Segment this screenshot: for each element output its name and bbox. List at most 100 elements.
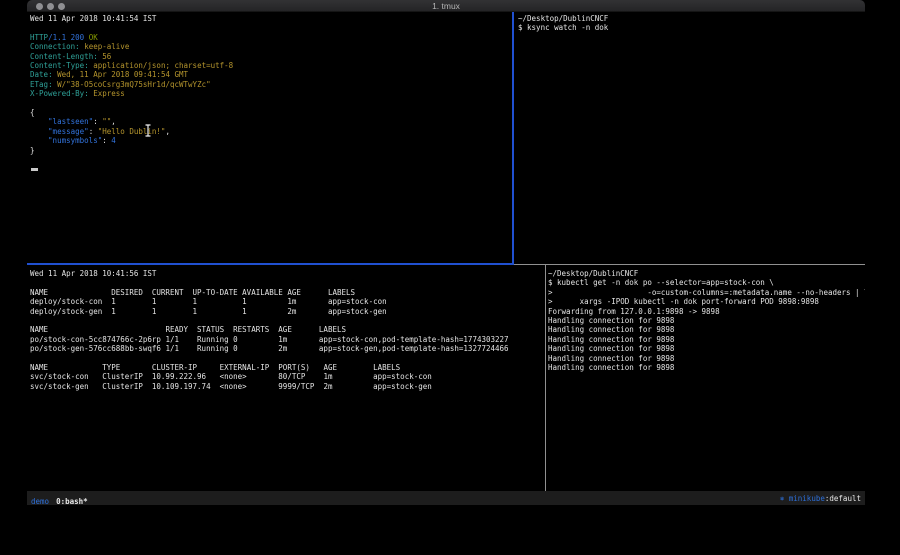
json-field-lastseen: "lastseen": "", — [30, 117, 510, 126]
json-field-message: "message": "Hello Dublin!", — [30, 127, 510, 136]
services-table: NAMETYPECLUSTER-IPEXTERNAL-IPPORT(S)AGEL… — [30, 363, 545, 391]
table-row: svc/stock-genClusterIP10.109.197.74<none… — [30, 382, 545, 391]
handling-line: Handling connection for 9898 — [548, 344, 865, 353]
table-header-row: NAMEREADYSTATUSRESTARTSAGELABELS — [30, 325, 545, 334]
cell: 1 — [152, 307, 193, 316]
col-header: UP-TO-DATE — [193, 288, 243, 297]
http-header-line: Date: Wed, 11 Apr 2018 09:41:54 GMT — [30, 70, 510, 79]
json-key: "lastseen" — [48, 117, 93, 126]
timestamp-line: Wed 11 Apr 2018 10:41:54 IST — [30, 14, 510, 23]
cell: 10.109.197.74 — [152, 382, 220, 391]
cell: 1 — [242, 297, 287, 306]
col-header: TYPE — [102, 363, 152, 372]
header-value: W/"38-O5coCsrg3mQ75sHr1d/qcWTwYZc" — [57, 80, 211, 89]
handling-line: Handling connection for 9898 — [548, 363, 865, 372]
window-item[interactable]: 0:bash* — [56, 497, 88, 506]
cell: 1 — [152, 297, 193, 306]
cell: 0 — [233, 335, 278, 344]
json-value: "Hello Dublin!" — [98, 127, 166, 136]
col-header: AGE — [278, 325, 319, 334]
blank-line — [30, 316, 545, 325]
table-header-row: NAMETYPECLUSTER-IPEXTERNAL-IPPORT(S)AGEL… — [30, 363, 545, 372]
cell: 1 — [193, 297, 243, 306]
http-reason: OK — [89, 33, 98, 42]
cell: 1 — [111, 297, 152, 306]
col-header: CLUSTER-IP — [152, 363, 220, 372]
status-right: ⎈ minikube:default — [753, 485, 861, 512]
cell: 1 — [242, 307, 287, 316]
json-comma: , — [111, 117, 116, 126]
header-value: application/json; charset=utf-8 — [93, 61, 233, 70]
table-row: svc/stock-conClusterIP10.99.222.96<none>… — [30, 372, 545, 381]
header-value: 56 — [102, 52, 111, 61]
pane-ksync[interactable]: ~/Desktop/DublinCNCF $ ksync watch -n do… — [514, 12, 865, 263]
desktop: { "colors": { "fg": "#e4e4e4", "cyan": "… — [0, 0, 900, 555]
col-header: AGE — [287, 288, 328, 297]
status-left: demo 0:bash* — [31, 489, 88, 508]
http-header-line: Content-Type: application/json; charset=… — [30, 61, 510, 70]
cell: 80/TCP — [278, 372, 323, 381]
header-sep: : — [75, 42, 84, 51]
col-header: STATUS — [197, 325, 233, 334]
col-header: RESTARTS — [233, 325, 278, 334]
col-header: READY — [165, 325, 197, 334]
pane-divider-vertical-active[interactable] — [512, 12, 514, 263]
col-header: EXTERNAL-IP — [220, 363, 279, 372]
cell: 2m — [323, 382, 373, 391]
http-protocol: HTTP — [30, 33, 48, 42]
http-header-line: Content-Length: 56 — [30, 52, 510, 61]
deployments-table: NAMEDESIREDCURRENTUP-TO-DATEAVAILABLEAGE… — [30, 288, 545, 316]
pane-divider-vertical[interactable] — [545, 265, 546, 491]
blank-line — [30, 278, 545, 287]
col-header: CURRENT — [152, 288, 193, 297]
session-name: demo — [31, 497, 49, 506]
col-header: NAME — [30, 325, 165, 334]
header-value: Wed, 11 Apr 2018 09:41:54 GMT — [57, 70, 188, 79]
header-value: Express — [93, 89, 125, 98]
cell: app=stock-gen — [373, 382, 432, 391]
tmux-status-bar: demo0:bash* ⎈ minikube:default — [27, 491, 865, 505]
cell: app=stock-gen,pod-template-hash=13277244… — [319, 344, 509, 353]
cell: <none> — [220, 382, 279, 391]
window-titlebar[interactable]: 1. tmux — [27, 0, 865, 12]
cell: 1m — [278, 335, 319, 344]
handling-line: Handling connection for 9898 — [548, 335, 865, 344]
pane-http-response[interactable]: Wed 11 Apr 2018 10:41:54 IST HTTP/1.1 20… — [27, 12, 512, 263]
window-title: 1. tmux — [27, 1, 865, 11]
http-header-line: Connection: keep-alive — [30, 42, 510, 51]
terminal-cursor — [31, 168, 38, 171]
cwd-line: ~/Desktop/DublinCNCF — [548, 269, 865, 278]
cell: 1 — [193, 307, 243, 316]
http-version-code: /1.1 200 — [48, 33, 89, 42]
json-sep: : — [93, 117, 102, 126]
cell: 10.99.222.96 — [152, 372, 220, 381]
json-open-brace: { — [30, 108, 510, 117]
cell: po/stock-con-5cc874766c-2p6rp — [30, 335, 165, 344]
pane-port-forward[interactable]: ~/Desktop/DublinCNCF $ kubectl get -n do… — [546, 265, 865, 491]
header-name: Content-Length — [30, 52, 93, 61]
table-row: po/stock-con-5cc874766c-2p6rp1/1Running0… — [30, 335, 545, 344]
json-sep: : — [102, 136, 111, 145]
pane-divider-horizontal-active[interactable] — [27, 263, 514, 265]
header-name: Content-Type — [30, 61, 84, 70]
header-sep: : — [84, 89, 93, 98]
pane-kubectl-get[interactable]: Wed 11 Apr 2018 10:41:56 IST NAMEDESIRED… — [27, 265, 545, 491]
http-status-line: HTTP/1.1 200 OK — [30, 33, 510, 42]
table-row: deploy/stock-gen11112mapp=stock-gen — [30, 307, 545, 316]
table-header-row: NAMEDESIREDCURRENTUP-TO-DATEAVAILABLEAGE… — [30, 288, 545, 297]
header-sep: : — [84, 61, 93, 70]
pods-table: NAMEREADYSTATUSRESTARTSAGELABELS po/stoc… — [30, 325, 545, 353]
cell: 1m — [323, 372, 373, 381]
pane-divider-horizontal[interactable] — [514, 264, 865, 265]
cell: app=stock-gen — [328, 307, 387, 316]
header-name: Date — [30, 70, 48, 79]
forwarding-line: Forwarding from 127.0.0.1:9898 -> 9898 — [548, 307, 865, 316]
cell: svc/stock-con — [30, 372, 102, 381]
command-continuation-line: > -o=custom-columns=:metadata.name --no-… — [548, 288, 865, 297]
timestamp-line: Wed 11 Apr 2018 10:41:56 IST — [30, 269, 545, 278]
blank-line — [30, 99, 510, 108]
handling-line: Handling connection for 9898 — [548, 316, 865, 325]
blank-line — [30, 23, 510, 32]
cell: 1/1 — [165, 335, 197, 344]
col-header: DESIRED — [111, 288, 152, 297]
